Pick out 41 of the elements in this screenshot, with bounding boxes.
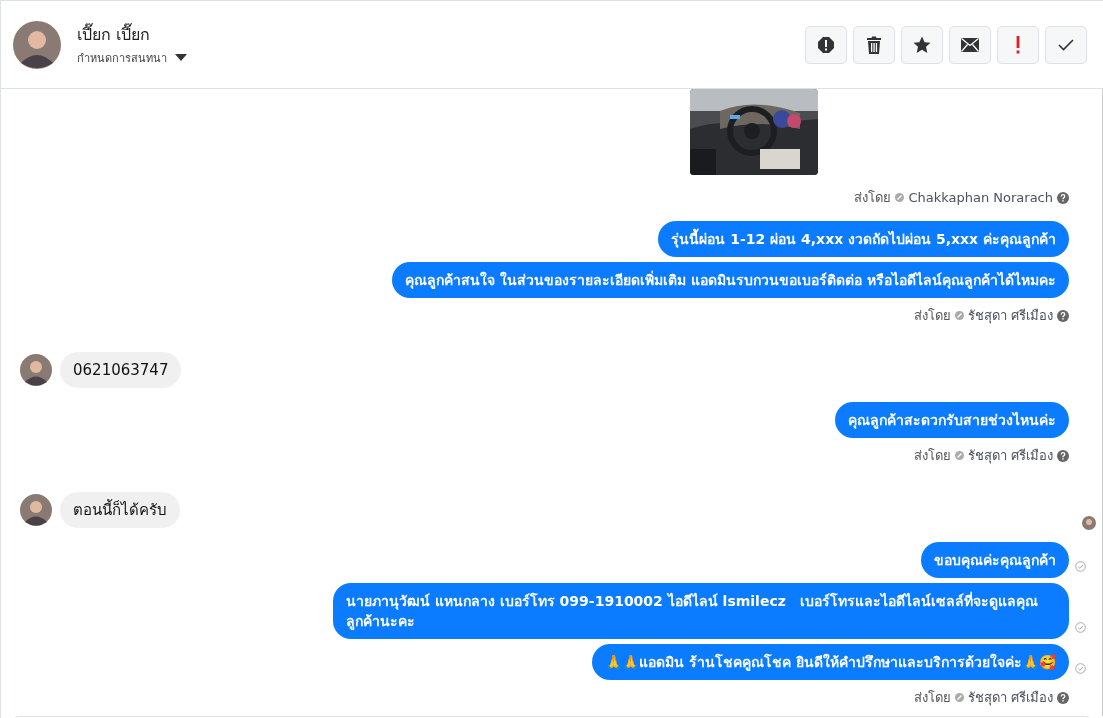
sent-message: รุ่นนี้ผ่อน 1-12 ผ่อน 4,xxx งวดถัดไปผ่อน 5,xxx ค่ะคุณลูกค้า [658,221,1069,257]
sent-message: คุณลูกค้าสนใจ ในส่วนของรายละเอียดเพิ่มเติม แอดมินรบกวนขอเบอร์ติดต่อ หรือไอดีไลน์คุณลูกค้าได้ไหมคะ [392,262,1069,298]
help-icon [1057,449,1069,462]
agent-status-icon [954,451,964,460]
received-message: ตอนนี้ก็ได้ครับ [60,492,180,528]
check-icon [1058,38,1074,51]
caret-icon [175,54,187,62]
mail-icon [961,37,979,52]
done-button[interactable] [1045,25,1087,64]
conversation-status-dropdown[interactable]: กำหนดการสนทนา [77,49,187,67]
star-icon [913,35,931,54]
alert-icon [817,35,835,54]
help-icon [1057,191,1069,204]
exclamation-icon [1016,35,1020,54]
help-icon [1057,309,1069,322]
sent-by-label: ส่งโดย [913,689,951,707]
avatar-icon [20,494,52,526]
agent-status-icon [954,311,964,320]
agent-name: รัชสุดา ศรีเมือง [967,689,1053,708]
agent-name: Chakkaphan Norarach [908,190,1053,205]
sent-message: 🙏🙏แอดมิน ร้านโชคคูณโชค ยินดีให้คำปรึกษาและบริการด้วยใจค่ะ🙏🥰 [592,644,1069,680]
sent-by-label: ส่งโดย [913,447,951,465]
sent-message: นายภานุวัฒน์ แหนกลาง เบอร์โทร 099-1910002 ไอดีไลน์ lsmilecz เบอร์โทรและไอดีไลน์เซลล์ที่จะดูแลคุณลูกค้านะคะ [333,583,1069,639]
sent-message: ขอบคุณค่ะคุณลูกค้า [921,542,1069,578]
avatar-icon [20,354,52,386]
mail-button[interactable] [949,25,991,64]
help-icon [1057,691,1069,704]
received-message: 0621063747 [60,352,182,388]
contact-name: เปี๊ยก เปี๊ยก [77,22,152,46]
agent-status-icon [895,193,905,202]
sent-by-label: ส่งโดย [854,189,892,207]
agent-name: รัชสุดา ศรีเมือง [967,307,1053,326]
star-button[interactable] [901,25,943,64]
trash-button[interactable] [853,25,895,64]
avatar-icon [13,20,61,69]
agent-name: รัชสุดา ศรีเมือง [967,447,1053,466]
alert-button[interactable] [805,25,847,64]
sent-by-label: ส่งโดย [913,307,951,325]
agent-status-icon [954,693,964,702]
sent-message: คุณลูกค้าสะดวกรับสายช่วงไหนค่ะ [835,402,1069,438]
trash-icon [866,35,882,54]
